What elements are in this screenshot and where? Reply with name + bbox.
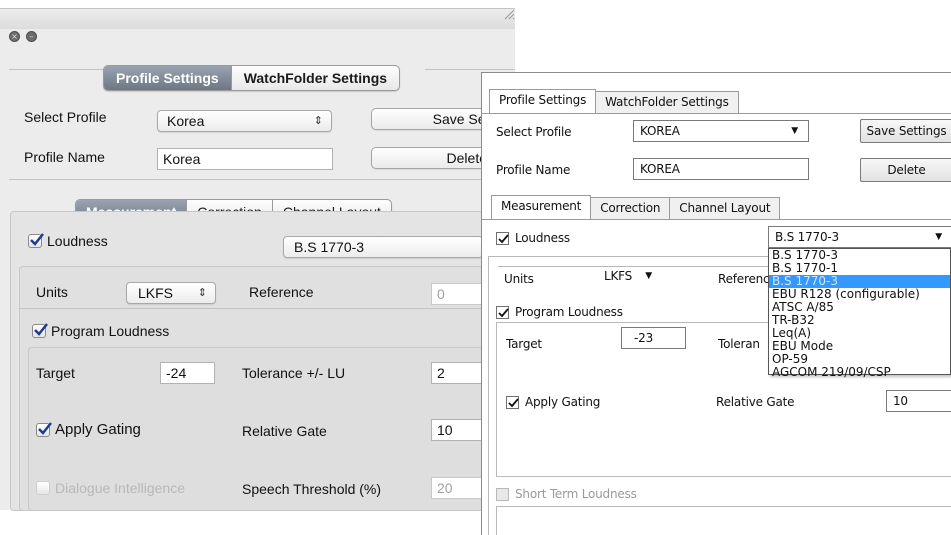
loudness-label: Loudness: [47, 233, 108, 249]
divider: [482, 219, 951, 220]
program-loudness-label: Program Loudness: [515, 305, 623, 319]
tab-watchfolder-settings[interactable]: WatchFolder Settings: [230, 66, 399, 90]
dropdown-option[interactable]: AGCOM 219/09/CSP: [769, 366, 950, 379]
dialogue-intelligence-checkbox[interactable]: Dialogue Intelligence: [36, 480, 185, 496]
units-popup[interactable]: LKFS ⇕: [126, 282, 216, 304]
loudness-standard-value: B.S 1770-3: [294, 239, 365, 255]
checkbox-empty-icon: [496, 487, 509, 501]
tolerance-label: Toleran: [718, 337, 760, 351]
tab-profile-settings[interactable]: Profile Settings: [489, 89, 597, 113]
target-label: Target: [36, 365, 75, 381]
select-profile-value: KOREA: [640, 124, 680, 138]
win-settings-window: Profile Settings WatchFolder Settings Se…: [481, 72, 951, 535]
checkbox-empty-icon: [36, 481, 50, 495]
close-icon[interactable]: ×: [9, 31, 20, 42]
divider: [9, 69, 103, 70]
save-settings-button[interactable]: Save Settings: [860, 119, 951, 143]
select-profile-popup[interactable]: Korea ⇕: [157, 110, 332, 132]
short-term-loudness-label: Short Term Loudness: [515, 487, 637, 501]
units-combo[interactable]: LKFS ▼: [598, 266, 660, 288]
select-profile-combo[interactable]: KOREA ▼: [633, 120, 809, 142]
relative-gate-label: Relative Gate: [242, 423, 327, 439]
target-field[interactable]: -23: [621, 327, 686, 349]
relative-gate-field[interactable]: 10: [886, 390, 951, 412]
loudness-checkbox[interactable]: Loudness: [496, 231, 570, 245]
win-main-tabs: Profile Settings WatchFolder Settings: [489, 89, 739, 113]
dropdown-option[interactable]: TR-B32: [769, 314, 950, 327]
dropdown-arrow-icon: ▼: [791, 126, 798, 136]
updown-arrows-icon: ⇕: [313, 114, 323, 127]
units-label: Units: [36, 284, 68, 300]
mac-settings-window: × – Profile Settings WatchFolder Setting…: [0, 7, 515, 511]
loudness-standard-popup[interactable]: B.S 1770-3: [283, 236, 483, 258]
dropdown-option[interactable]: B.S 1770-3: [769, 249, 950, 262]
resize-grip-icon[interactable]: [502, 7, 515, 20]
units-value: LKFS: [604, 269, 633, 283]
target-field[interactable]: -24: [160, 362, 215, 384]
checkmark-icon: [496, 305, 509, 319]
dropdown-option[interactable]: ATSC A/85: [769, 301, 950, 314]
minimize-icon[interactable]: –: [26, 31, 37, 42]
checkmark-icon: [496, 231, 509, 245]
select-profile-label: Select Profile: [24, 109, 107, 125]
loudness-label: Loudness: [515, 231, 570, 245]
checkmark-icon: [32, 323, 48, 338]
dropdown-option[interactable]: B.S 1770-1: [769, 262, 950, 275]
checkmark-icon: [36, 421, 52, 437]
select-profile-value: Korea: [167, 113, 205, 129]
divider: [425, 69, 515, 70]
dropdown-option[interactable]: EBU Mode: [769, 340, 950, 353]
apply-gating-label: Apply Gating: [525, 395, 601, 409]
relative-gate-label: Relative Gate: [716, 395, 795, 409]
divider: [482, 113, 951, 114]
updown-arrows-icon: ⇕: [197, 286, 207, 299]
tab-correction[interactable]: Correction: [590, 197, 671, 219]
units-label: Units: [504, 272, 534, 286]
apply-gating-checkbox[interactable]: Apply Gating: [36, 421, 141, 438]
divider: [498, 266, 768, 267]
dropdown-option[interactable]: Leq(A): [769, 327, 950, 340]
apply-gating-label: Apply Gating: [55, 421, 141, 438]
target-label: Target: [506, 337, 542, 351]
profile-name-label: Profile Name: [24, 149, 105, 165]
speech-threshold-label: Speech Threshold (%): [242, 481, 382, 497]
short-term-group: [496, 506, 951, 535]
loudness-standard-combo[interactable]: B.S 1770-3 ▼: [768, 226, 951, 248]
reference-label: Reference: [249, 284, 314, 300]
program-loudness-checkbox[interactable]: Program Loudness: [496, 305, 623, 319]
checkmark-icon: [28, 233, 44, 248]
short-term-loudness-checkbox[interactable]: Short Term Loudness: [496, 487, 637, 501]
divider: [19, 308, 515, 309]
checkmark-icon: [506, 395, 519, 409]
tab-profile-settings[interactable]: Profile Settings: [104, 66, 231, 90]
loudness-standard-value: B.S 1770-3: [775, 230, 839, 244]
tab-channel-layout[interactable]: Channel Layout: [669, 197, 781, 219]
dialogue-intelligence-label: Dialogue Intelligence: [55, 480, 185, 496]
profile-name-field[interactable]: Korea: [157, 148, 333, 170]
dropdown-arrow-icon: ▼: [935, 232, 942, 242]
select-profile-label: Select Profile: [496, 125, 572, 139]
loudness-checkbox[interactable]: Loudness: [28, 233, 108, 249]
dropdown-option[interactable]: EBU R128 (configurable): [769, 288, 950, 301]
dropdown-option-selected[interactable]: B.S 1770-3: [769, 275, 950, 288]
win-sub-tabs: Measurement Correction Channel Layout: [491, 195, 781, 219]
tolerance-label: Tolerance +/- LU: [242, 365, 346, 381]
mac-titlebar: [0, 9, 515, 29]
profile-name-field[interactable]: KOREA: [633, 158, 809, 180]
mac-main-tabs: Profile Settings WatchFolder Settings: [103, 65, 401, 91]
units-value: LKFS: [138, 285, 174, 301]
profile-name-label: Profile Name: [496, 163, 571, 177]
dropdown-arrow-icon: ▼: [645, 271, 652, 281]
dropdown-option[interactable]: OP-59: [769, 353, 950, 366]
program-loudness-label: Program Loudness: [51, 323, 170, 339]
tab-watchfolder-settings[interactable]: WatchFolder Settings: [595, 91, 739, 113]
delete-button[interactable]: Delete: [860, 158, 951, 182]
divider: [9, 179, 515, 180]
loudness-standard-dropdown-list: B.S 1770-3 B.S 1770-1 B.S 1770-3 EBU R12…: [768, 248, 951, 379]
tab-measurement[interactable]: Measurement: [491, 195, 592, 219]
program-loudness-checkbox[interactable]: Program Loudness: [32, 323, 169, 339]
apply-gating-checkbox[interactable]: Apply Gating: [506, 395, 600, 409]
